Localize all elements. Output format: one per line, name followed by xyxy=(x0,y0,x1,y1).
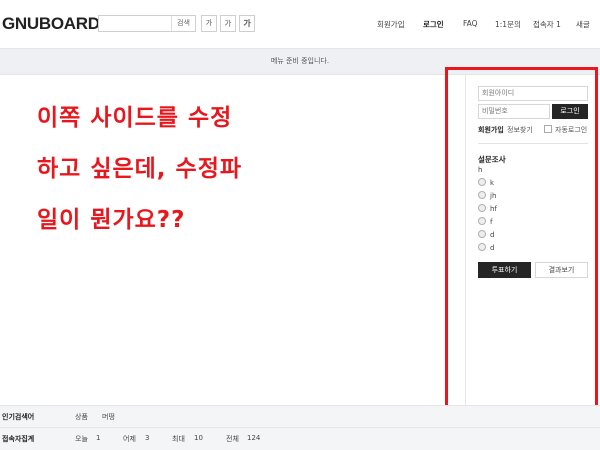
radio-button[interactable] xyxy=(478,191,486,199)
font-size-large-button[interactable]: 가 xyxy=(239,15,255,32)
sidebar-divider xyxy=(478,143,588,144)
stat-max-value: 10 xyxy=(194,434,203,442)
nav-register-link[interactable]: 회원가입 xyxy=(377,19,405,30)
visitor-stats-label: 접속자집계 xyxy=(2,435,35,443)
auto-login-checkbox[interactable] xyxy=(544,125,552,133)
password-field[interactable]: 비밀번호 xyxy=(478,104,550,119)
find-info-link[interactable]: 정보찾기 xyxy=(507,125,533,135)
radio-button[interactable] xyxy=(478,217,486,225)
poll-option-label: k xyxy=(490,179,495,187)
stat-today-label: 오늘 xyxy=(75,435,88,443)
footer-stats: 인기검색어 상품 머떵 접속자집계 오늘 1 어제 3 최대 10 전체 124 xyxy=(0,405,600,450)
auto-login-option[interactable]: 자동로그인 xyxy=(544,125,587,135)
poll-option[interactable]: d xyxy=(478,229,497,242)
stat-yesterday-label: 어제 xyxy=(123,435,136,443)
popular-search-keyword[interactable]: 상품 xyxy=(75,412,88,422)
annotation-line-3: 일이 뭔가요?? xyxy=(37,207,186,233)
poll-option-label: hf xyxy=(490,205,497,213)
poll-options: k jh hf f d d xyxy=(478,177,497,255)
radio-button[interactable] xyxy=(478,243,486,251)
stat-total-label: 전체 xyxy=(226,435,239,443)
search-input[interactable] xyxy=(100,17,170,30)
radio-button[interactable] xyxy=(478,204,486,212)
sidebar-register-link[interactable]: 회원가입 xyxy=(478,125,504,135)
poll-option-label: jh xyxy=(490,192,497,200)
nav-faq-link[interactable]: FAQ xyxy=(463,19,478,28)
vote-button[interactable]: 투표하기 xyxy=(478,262,531,278)
search-button[interactable]: 검색 xyxy=(171,16,195,31)
poll-title: 설문조사 xyxy=(478,155,506,164)
poll-option[interactable]: k xyxy=(478,177,497,190)
stat-max-label: 최대 xyxy=(172,435,185,443)
popular-search-label: 인기검색어 xyxy=(2,413,35,421)
font-size-medium-button[interactable]: 가 xyxy=(220,15,236,32)
site-header: GNUBOARD5 검색 가 가 가 회원가입 로그인 FAQ 1:1문의 접속… xyxy=(0,0,600,48)
radio-button[interactable] xyxy=(478,178,486,186)
login-button[interactable]: 로그인 xyxy=(552,104,588,119)
nav-new-posts-link[interactable]: 새글 xyxy=(576,19,590,30)
stat-total-value: 124 xyxy=(247,434,261,442)
popular-search-keyword[interactable]: 머떵 xyxy=(102,412,115,422)
font-size-small-button[interactable]: 가 xyxy=(201,15,217,32)
menu-notice: 메뉴 준비 중입니다. xyxy=(0,48,600,75)
nav-login-link[interactable]: 로그인 xyxy=(423,19,444,30)
view-results-button[interactable]: 결과보기 xyxy=(535,262,588,278)
poll-question: h xyxy=(478,166,483,174)
poll-option[interactable]: jh xyxy=(478,190,497,203)
stat-today-value: 1 xyxy=(96,434,101,442)
poll-option[interactable]: hf xyxy=(478,203,497,216)
nav-connect-link[interactable]: 접속자 1 xyxy=(533,19,561,30)
nav-qa-link[interactable]: 1:1문의 xyxy=(495,19,521,30)
popular-search-row: 인기검색어 상품 머떵 xyxy=(0,406,600,428)
visitor-stats-row: 접속자집계 오늘 1 어제 3 최대 10 전체 124 xyxy=(0,428,600,450)
search-box: 검색 xyxy=(98,15,196,32)
site-logo[interactable]: GNUBOARD5 xyxy=(2,14,109,34)
poll-option-label: d xyxy=(490,231,495,239)
radio-button[interactable] xyxy=(478,230,486,238)
auto-login-label: 자동로그인 xyxy=(555,126,588,134)
poll-option[interactable]: f xyxy=(478,216,497,229)
poll-option[interactable]: d xyxy=(478,242,497,255)
poll-option-label: d xyxy=(490,244,495,252)
sidebar: 회원아이디 비밀번호 로그인 회원가입 정보찾기 자동로그인 설문조사 h k … xyxy=(465,75,595,410)
member-id-field[interactable]: 회원아이디 xyxy=(478,86,588,101)
poll-option-label: f xyxy=(490,218,493,226)
stat-yesterday-value: 3 xyxy=(145,434,150,442)
annotation-line-2: 하고 싶은데, 수정파 xyxy=(37,156,243,182)
annotation-line-1: 이쪽 사이드를 수정 xyxy=(37,105,233,131)
